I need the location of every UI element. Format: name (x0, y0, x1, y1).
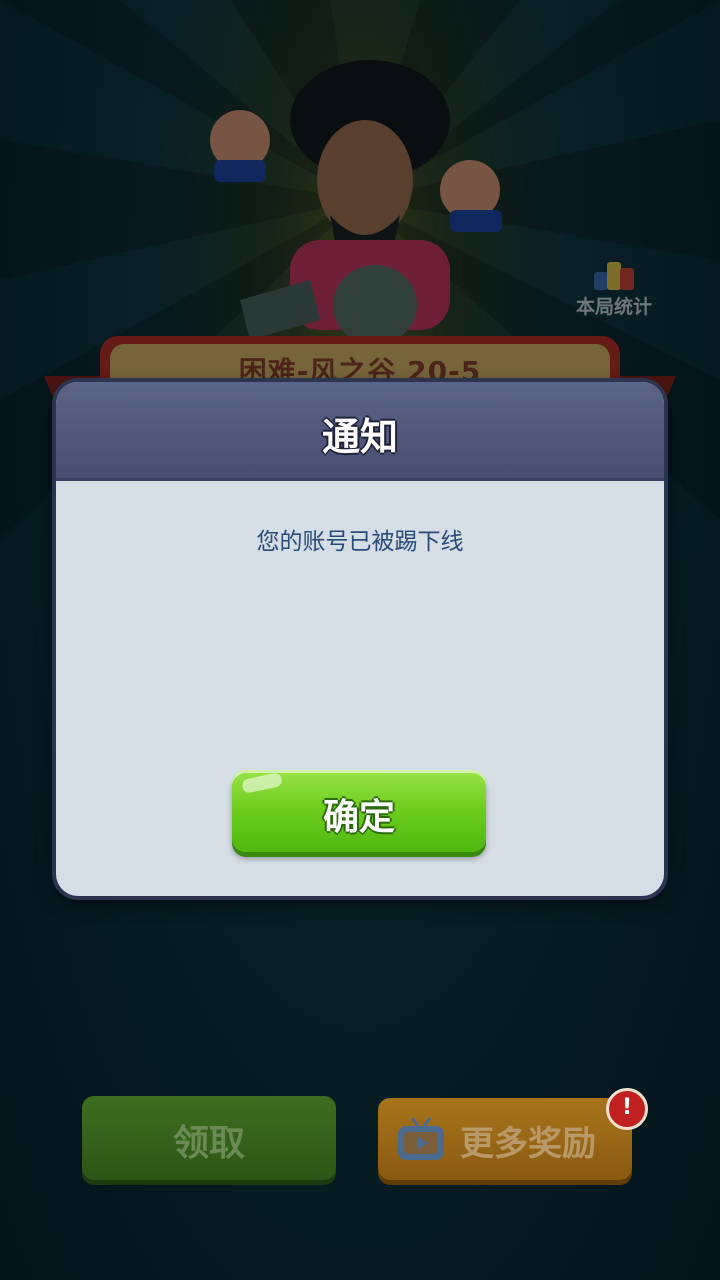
confirm-button[interactable]: 确定 (232, 770, 486, 852)
claim-button[interactable]: 领取 (82, 1096, 336, 1180)
dialog-message: 您的账号已被踢下线 (256, 529, 464, 555)
claim-button-label: 领取 (172, 1123, 245, 1164)
confirm-button-label: 确定 (322, 797, 395, 838)
notification-dialog: 通知 您的账号已被踢下线 确定 (56, 382, 664, 896)
dialog-header: 通知 (56, 382, 664, 481)
more-rewards-button[interactable]: 更多奖励 (378, 1098, 632, 1180)
dialog-title: 通知 (321, 415, 398, 459)
more-rewards-label: 更多奖励 (460, 1124, 596, 1164)
tv-icon (398, 1117, 444, 1160)
alert-icon: ! (606, 1088, 648, 1130)
